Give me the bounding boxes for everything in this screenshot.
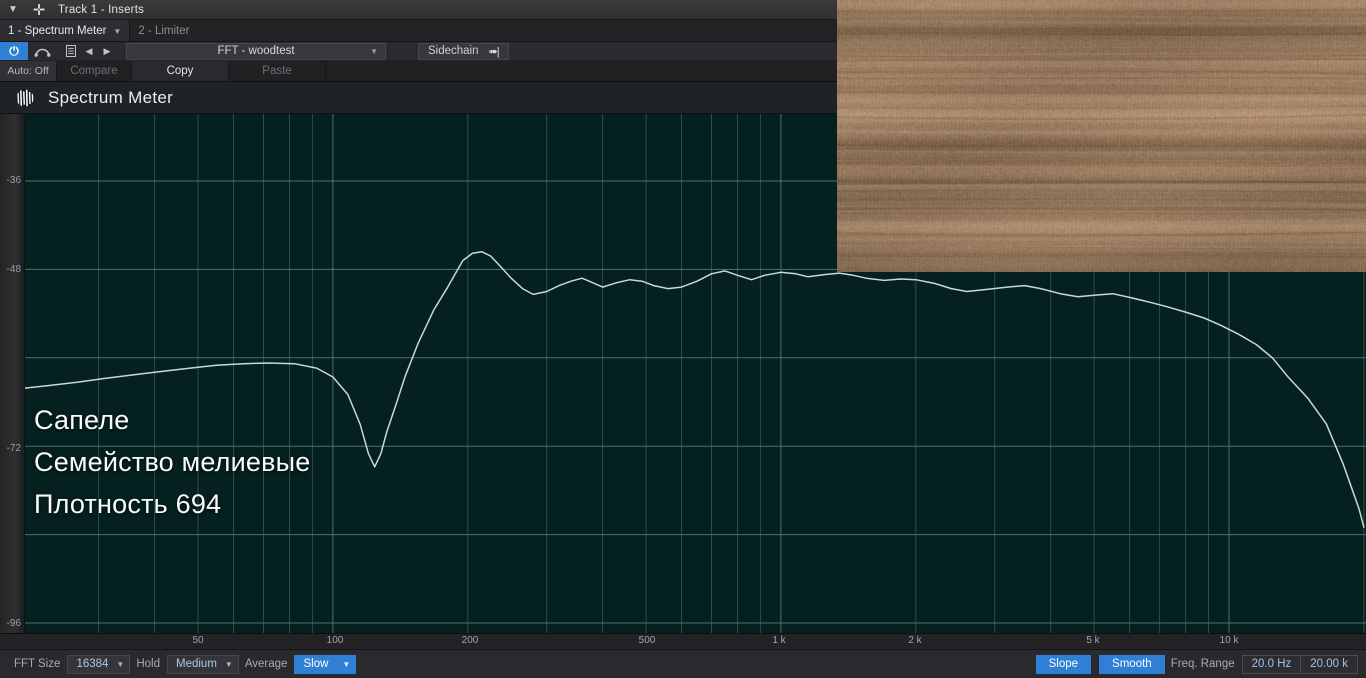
- x-tick-label: 10 k: [1219, 635, 1239, 646]
- fft-size-value: 16384: [76, 658, 109, 670]
- average-label: Average: [244, 658, 288, 670]
- host-title-bar: ▼ ✛ Track 1 - Inserts: [0, 0, 837, 20]
- plugin-toolbar-bottom: Auto: Off Compare Copy Paste: [0, 61, 837, 82]
- wood-grain-texture: [837, 0, 1366, 272]
- x-tick-label: 500: [638, 635, 656, 646]
- chevron-down-icon[interactable]: ▼: [370, 47, 378, 56]
- freq-max-field[interactable]: 20.00 k: [1301, 654, 1358, 674]
- hold-value: Medium: [176, 658, 217, 670]
- izotope-waveform-logo-icon: [12, 88, 38, 107]
- chevron-down-icon: ▼: [224, 659, 233, 669]
- fft-size-dropdown[interactable]: 16384 ▼: [67, 654, 131, 674]
- copy-button[interactable]: Copy: [132, 61, 229, 81]
- tab-spectrum-meter-label: 1 - Spectrum Meter: [8, 24, 107, 37]
- chevron-down-icon: ▼: [116, 659, 125, 669]
- x-tick-label: 1 k: [772, 635, 786, 646]
- preset-selector[interactable]: FFT - woodtest ▼: [126, 42, 386, 60]
- y-tick-label: -72: [6, 443, 21, 454]
- tab-spectrum-meter[interactable]: 1 - Spectrum Meter ▼: [0, 20, 131, 41]
- average-dropdown[interactable]: Slow ▼: [294, 654, 357, 674]
- x-axis: 50 100 200 500 1 k 2 k 5 k 10 k: [0, 633, 1366, 649]
- list-icon[interactable]: [62, 42, 80, 60]
- y-tick-label: -48: [6, 264, 21, 275]
- host-track-title: Track 1 - Inserts: [58, 3, 145, 16]
- auto-state-button[interactable]: Auto: Off: [0, 61, 57, 81]
- power-icon[interactable]: ⏻: [0, 42, 28, 60]
- sidechain-label: Sidechain: [428, 45, 479, 57]
- tab-limiter-label: 2 - Limiter: [138, 24, 190, 37]
- x-tick-label: 200: [461, 635, 479, 646]
- plugin-toolbar-top: ⏻ ◀ ▶ FFT - woodtest ▼ Sidechain ➠|: [0, 42, 837, 61]
- y-tick-label: -36: [6, 175, 21, 186]
- plugin-title: Spectrum Meter: [48, 87, 174, 107]
- freq-min-field[interactable]: 20.0 Hz: [1241, 654, 1302, 674]
- hold-dropdown[interactable]: Medium ▼: [167, 654, 239, 674]
- analyzer-footer-toolbar: FFT Size 16384 ▼ Hold Medium ▼ Average S…: [0, 649, 1366, 678]
- average-value: Slow: [303, 658, 329, 670]
- chevron-down-icon[interactable]: ▼: [113, 27, 121, 36]
- tab-limiter[interactable]: 2 - Limiter: [130, 20, 198, 41]
- triangle-left-icon[interactable]: ◀: [80, 42, 98, 60]
- x-tick-label: 2 k: [908, 635, 922, 646]
- footer-right-group: Slope Smooth Freq. Range 20.0 Hz 20.00 k: [1028, 654, 1358, 674]
- sidechain-button[interactable]: Sidechain ➠|: [418, 42, 509, 60]
- sidechain-arrow-icon: ➠|: [488, 45, 500, 58]
- x-tick-label: 100: [326, 635, 344, 646]
- smooth-button[interactable]: Smooth: [1099, 654, 1165, 674]
- compare-button[interactable]: Compare: [57, 61, 132, 81]
- wood-sample-photo: [837, 0, 1366, 272]
- chevron-down-icon: ▼: [342, 659, 351, 669]
- collapse-triangle-down-icon[interactable]: ▼: [0, 0, 26, 20]
- freq-range-label: Freq. Range: [1170, 658, 1235, 670]
- plugin-header: Spectrum Meter: [0, 82, 837, 114]
- headphone-icon[interactable]: [28, 42, 56, 60]
- add-plus-icon[interactable]: ✛: [26, 0, 52, 20]
- annotation-line-3: Плотность 694: [34, 489, 222, 519]
- annotation-line-1: Сапеле: [34, 405, 130, 435]
- preset-name: FFT - woodtest: [217, 45, 295, 57]
- y-tick-label: -96: [6, 618, 21, 629]
- plugin-window: ▼ ✛ Track 1 - Inserts 1 - Spectrum Meter…: [0, 0, 1366, 678]
- annotation-overlay: Сапеле Семейство мелиевые Плотность 694: [34, 399, 311, 525]
- insert-tabs: 1 - Spectrum Meter ▼ 2 - Limiter: [0, 20, 837, 42]
- x-tick-label: 5 k: [1086, 635, 1100, 646]
- x-tick-label: 50: [192, 635, 204, 646]
- fft-size-label: FFT Size: [14, 658, 61, 670]
- paste-button[interactable]: Paste: [229, 61, 326, 81]
- annotation-line-2: Семейство мелиевые: [34, 447, 311, 477]
- triangle-right-icon[interactable]: ▶: [98, 42, 116, 60]
- y-axis: -36 -48 -72 -96: [0, 114, 25, 633]
- slope-button[interactable]: Slope: [1035, 654, 1092, 674]
- hold-label: Hold: [136, 658, 160, 670]
